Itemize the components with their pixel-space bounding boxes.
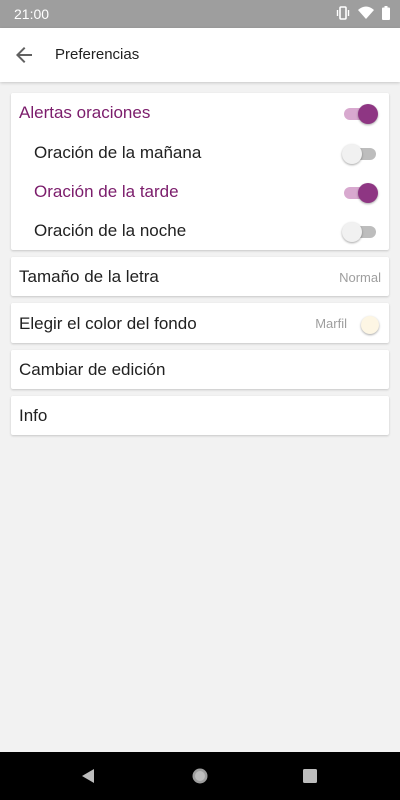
- app-bar: Preferencias: [0, 28, 400, 82]
- morning-prayer-toggle[interactable]: [342, 143, 378, 164]
- recents-square-icon[interactable]: [300, 766, 320, 786]
- navigation-bar: [0, 752, 400, 800]
- edition-card[interactable]: Cambiar de edición: [11, 350, 389, 389]
- font-size-card[interactable]: Tamaño de la letra Normal: [11, 257, 389, 296]
- night-prayer-label: Oración de la noche: [34, 221, 187, 240]
- info-card[interactable]: Info: [11, 396, 389, 435]
- font-size-value: Normal: [339, 270, 381, 285]
- morning-prayer-row[interactable]: Oración de la mañana: [11, 133, 389, 172]
- night-prayer-toggle[interactable]: [342, 221, 378, 242]
- background-color-card[interactable]: Elegir el color del fondo Marfil: [11, 303, 389, 343]
- info-row[interactable]: Info: [11, 396, 389, 435]
- afternoon-prayer-toggle[interactable]: [342, 182, 378, 203]
- background-color-row[interactable]: Elegir el color del fondo Marfil: [11, 303, 389, 343]
- morning-prayer-label: Oración de la mañana: [34, 143, 202, 162]
- edition-label: Cambiar de edición: [19, 360, 166, 379]
- info-label: Info: [19, 406, 48, 425]
- background-color-label: Elegir el color del fondo: [19, 314, 197, 333]
- vibrate-icon: [336, 6, 350, 20]
- alerts-card: Alertas oraciones Oración de la mañana O…: [11, 93, 389, 250]
- edition-row[interactable]: Cambiar de edición: [11, 350, 389, 389]
- switch-thumb: [342, 144, 362, 164]
- wifi-icon: [358, 6, 374, 19]
- home-circle-icon[interactable]: [190, 766, 210, 786]
- page-title: Preferencias: [55, 46, 140, 63]
- background-color-value: Marfil: [315, 316, 347, 331]
- alerts-row[interactable]: Alertas oraciones: [11, 93, 389, 132]
- battery-icon: [382, 6, 390, 20]
- arrow-left-icon[interactable]: [12, 43, 36, 67]
- afternoon-prayer-row[interactable]: Oración de la tarde: [11, 172, 389, 211]
- afternoon-prayer-label: Oración de la tarde: [34, 182, 179, 201]
- status-time: 21:00: [14, 6, 50, 22]
- status-icons: [336, 6, 390, 20]
- switch-thumb: [358, 183, 378, 203]
- color-swatch: [361, 316, 379, 334]
- alerts-toggle[interactable]: [342, 103, 378, 124]
- switch-thumb: [358, 104, 378, 124]
- back-triangle-icon[interactable]: [78, 766, 98, 786]
- alerts-title: Alertas oraciones: [19, 103, 151, 122]
- switch-thumb: [342, 222, 362, 242]
- status-bar: 21:00: [0, 0, 400, 28]
- font-size-label: Tamaño de la letra: [19, 267, 159, 286]
- font-size-row[interactable]: Tamaño de la letra Normal: [11, 257, 389, 296]
- night-prayer-row[interactable]: Oración de la noche: [11, 211, 389, 250]
